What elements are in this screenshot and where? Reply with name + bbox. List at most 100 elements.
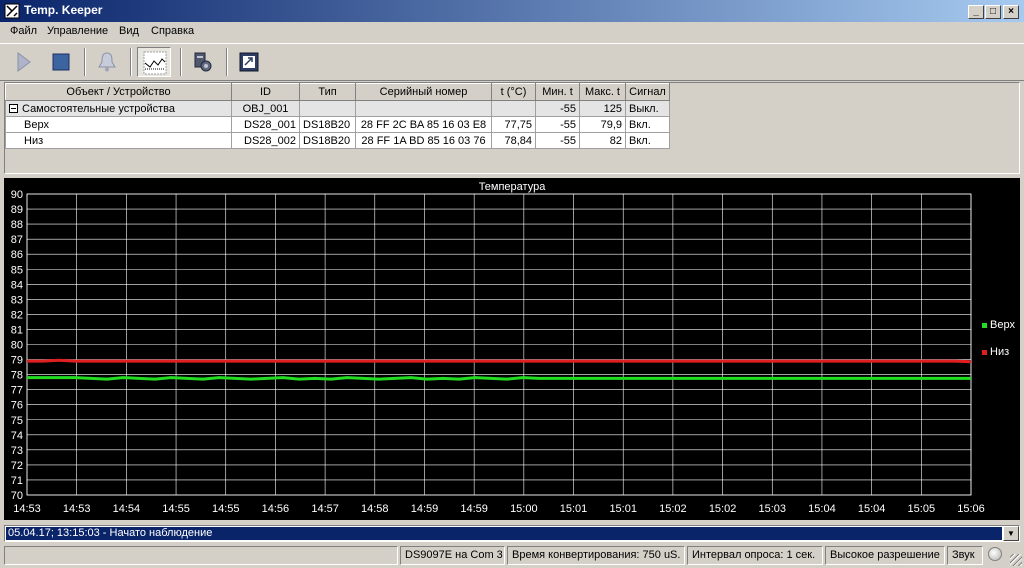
y-tick-label: 78 (11, 370, 23, 382)
y-tick-label: 75 (11, 415, 23, 427)
toolbar (0, 43, 1024, 81)
devices-button[interactable] (186, 47, 220, 77)
x-tick-label: 15:01 (609, 503, 637, 515)
x-tick-label: 14:53 (13, 503, 41, 515)
legend-swatch (982, 350, 987, 355)
cell-id: OBJ_001 (231, 100, 300, 117)
y-tick-label: 90 (11, 189, 23, 201)
y-tick-label: 84 (11, 279, 23, 291)
cell-type (299, 100, 356, 117)
cell-max: 79,9 (579, 116, 626, 133)
menu-bar: Файл Управление Вид Справка (0, 22, 1024, 42)
event-log[interactable]: 05.04.17; 13:15:03 - Начато наблюдение ▼ (4, 525, 1020, 542)
x-tick-label: 14:59 (460, 503, 488, 515)
cell-signal: Вкл. (625, 116, 670, 133)
status-poll-interval: Интервал опроса: 1 сек. (687, 546, 823, 565)
status-conversion-time: Время конвертирования: 750 uS. (507, 546, 685, 565)
cell-signal: Выкл. (625, 100, 670, 117)
alarm-button[interactable] (90, 47, 124, 77)
x-tick-label: 14:58 (361, 503, 389, 515)
cell-serial: 28 FF 2C BA 85 16 03 E8 (355, 116, 492, 133)
y-tick-label: 73 (11, 445, 23, 457)
status-resolution: Высокое разрешение (825, 546, 945, 565)
maximize-button[interactable]: □ (985, 5, 1001, 19)
start-button[interactable] (6, 47, 40, 77)
title-bar: Temp. Keeper _ □ × (0, 0, 1024, 22)
toolbar-separator (130, 48, 132, 76)
status-bar: DS9097E на Com 3 Время конвертирования: … (0, 544, 1024, 568)
menu-view[interactable]: Вид (119, 25, 139, 37)
col-header-serial[interactable]: Серийный номер (355, 83, 492, 101)
table-row[interactable]: Верх DS28_001 DS18B20 28 FF 2C BA 85 16 … (5, 116, 670, 133)
x-tick-label: 14:53 (63, 503, 91, 515)
stop-button[interactable] (44, 47, 78, 77)
toolbar-separator (180, 48, 182, 76)
menu-file[interactable]: Файл (10, 25, 37, 37)
cell-id: DS28_001 (231, 116, 300, 133)
app-icon (4, 3, 20, 19)
status-panel-empty (4, 546, 398, 565)
menu-help[interactable]: Справка (151, 25, 194, 37)
log-entry: 05.04.17; 13:15:03 - Начато наблюдение (6, 527, 1002, 540)
cell-min: -55 (535, 116, 580, 133)
x-tick-label: 15:04 (858, 503, 886, 515)
col-header-id[interactable]: ID (231, 83, 300, 101)
menu-control[interactable]: Управление (47, 25, 108, 37)
x-tick-label: 15:02 (709, 503, 737, 515)
col-header-max[interactable]: Макс. t (579, 83, 626, 101)
table-row[interactable]: Низ DS28_002 DS18B20 28 FF 1A BD 85 16 0… (5, 132, 670, 149)
cell-object: Низ (5, 132, 232, 149)
table-header: Объект / Устройство ID Тип Серийный номе… (5, 83, 670, 101)
col-header-temp[interactable]: t (°C) (491, 83, 536, 101)
y-tick-label: 76 (11, 400, 23, 412)
y-tick-label: 81 (11, 324, 23, 336)
x-tick-label: 14:55 (162, 503, 190, 515)
collapse-icon[interactable] (9, 103, 18, 113)
cell-id: DS28_002 (231, 132, 300, 149)
legend-label: Низ (990, 346, 1009, 358)
legend-label: Верх (990, 319, 1015, 331)
settings-icon (194, 52, 212, 72)
cell-object: Верх (5, 116, 232, 133)
cell-object[interactable]: Самостоятельные устройства (5, 100, 232, 117)
cell-object-label: Самостоятельные устройства (22, 102, 175, 115)
y-tick-label: 77 (11, 385, 23, 397)
x-tick-label: 15:03 (758, 503, 786, 515)
x-tick-label: 14:55 (212, 503, 240, 515)
cell-signal: Вкл. (625, 132, 670, 149)
y-tick-label: 82 (11, 309, 23, 321)
chart-svg: Температура 70 71 72 73 74 75 76 77 78 79 80 81 82 83 8… (11, 181, 1016, 515)
chevron-down-icon: ▼ (1007, 529, 1015, 538)
col-header-min[interactable]: Мин. t (535, 83, 580, 101)
x-tick-label: 15:00 (510, 503, 538, 515)
table-row[interactable]: Самостоятельные устройства OBJ_001 -55 1… (5, 100, 670, 117)
y-tick-label: 74 (11, 430, 23, 442)
minimize-button[interactable]: _ (968, 5, 984, 19)
y-tick-label: 86 (11, 249, 23, 261)
y-tick-label: 87 (11, 234, 23, 246)
y-tick-label: 72 (11, 460, 23, 472)
cell-min: -55 (535, 132, 580, 149)
y-tick-label: 79 (11, 355, 23, 367)
col-header-signal[interactable]: Сигнал (625, 83, 670, 101)
y-tick-label: 89 (11, 204, 23, 216)
y-tick-label: 88 (11, 219, 23, 231)
chart-button[interactable] (137, 47, 171, 77)
x-tick-label: 15:02 (659, 503, 687, 515)
col-header-object[interactable]: Объект / Устройство (5, 83, 232, 101)
cell-temp: 77,75 (491, 116, 536, 133)
resize-grip[interactable] (1010, 554, 1022, 566)
window-title: Temp. Keeper (24, 3, 103, 17)
chart-icon (143, 51, 167, 75)
log-dropdown-button[interactable]: ▼ (1003, 526, 1019, 541)
col-header-type[interactable]: Тип (299, 83, 356, 101)
x-tick-label: 15:05 (908, 503, 936, 515)
close-button[interactable]: × (1003, 5, 1019, 19)
export-button[interactable] (232, 47, 266, 77)
bell-icon (98, 52, 116, 72)
toolbar-separator (226, 48, 228, 76)
x-tick-label: 14:54 (113, 503, 141, 515)
series-line-bottom (27, 358, 972, 364)
y-tick-label: 80 (11, 340, 23, 352)
status-port: DS9097E на Com 3 (400, 546, 505, 565)
